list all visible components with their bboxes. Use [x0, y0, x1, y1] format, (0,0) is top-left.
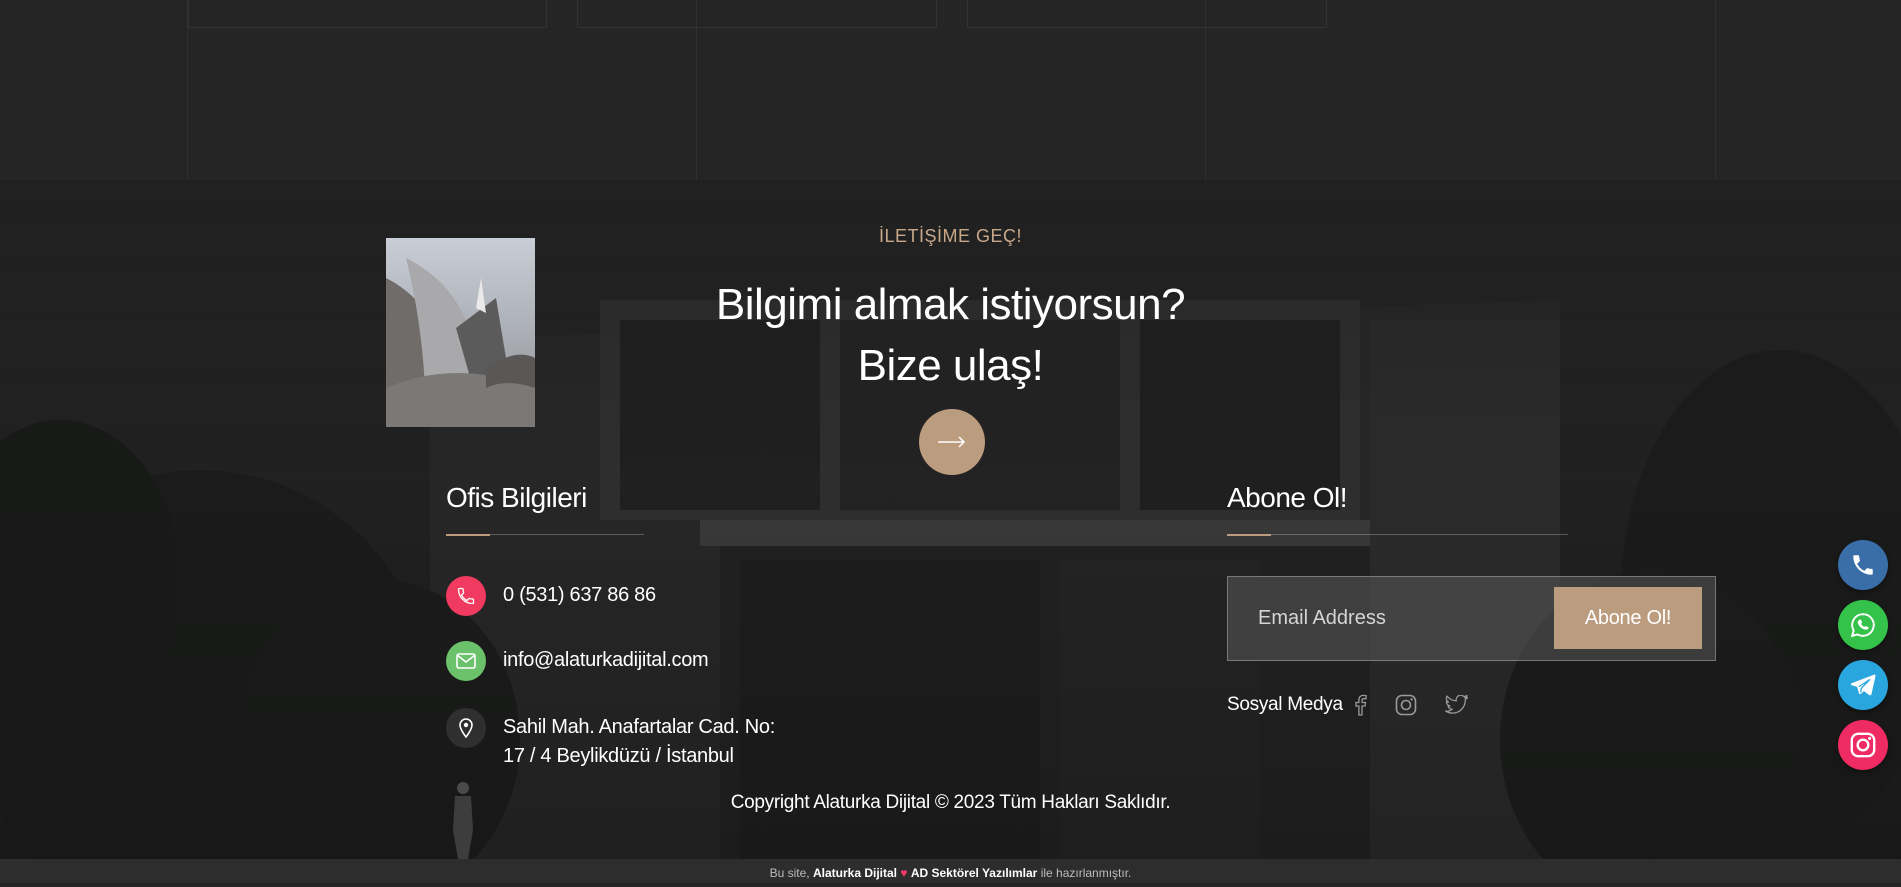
- address-line-2: 17 / 4 Beylikdüzü / İstanbul: [503, 745, 734, 767]
- person-silhouette: [453, 782, 473, 859]
- instagram-icon: [1850, 732, 1876, 758]
- floating-whatsapp-button[interactable]: [1838, 600, 1888, 650]
- credit-prefix: Bu site,: [769, 866, 810, 880]
- facebook-link[interactable]: [1347, 692, 1373, 718]
- floating-phone-button[interactable]: [1838, 540, 1888, 590]
- arrow-right-icon: [938, 436, 966, 448]
- email-icon-badge: [446, 641, 486, 681]
- floating-telegram-button[interactable]: [1838, 660, 1888, 710]
- card-bottom-edge: [188, 0, 547, 28]
- floating-instagram-button[interactable]: [1838, 720, 1888, 770]
- card-bottom-edge: [967, 0, 1327, 28]
- address-line-1: Sahil Mah. Anafartalar Cad. No:: [503, 716, 775, 738]
- section-headline: Bilgimi almak istiyorsun? Bize ulaş!: [0, 274, 1901, 396]
- subscribe-title: Abone Ol!: [1227, 482, 1348, 513]
- location-icon-badge: [446, 708, 486, 748]
- office-info-title: Ofis Bilgileri: [446, 482, 587, 513]
- office-email[interactable]: info@alaturkadijital.com: [503, 646, 709, 675]
- instagram-link[interactable]: [1393, 692, 1419, 718]
- telegram-icon: [1850, 674, 1876, 696]
- twitter-icon: [1445, 695, 1469, 714]
- top-section: [0, 0, 1901, 181]
- credit-bar: Bu site, Alaturka Dijital ♥ AD Sektörel …: [0, 859, 1901, 883]
- subscribe-title-rule: [1227, 534, 1568, 536]
- email-icon: [456, 653, 476, 669]
- subscribe-button[interactable]: Abone Ol!: [1554, 587, 1702, 649]
- heart-icon: ♥: [900, 866, 908, 880]
- grid-line: [1715, 0, 1716, 180]
- office-address: Sahil Mah. Anafartalar Cad. No: 17 / 4 B…: [503, 713, 775, 771]
- credit-product[interactable]: AD Sektörel Yazılımlar: [911, 866, 1038, 880]
- office-title-rule: [446, 534, 644, 536]
- contact-arrow-button[interactable]: [919, 409, 985, 475]
- contact-footer: İLETİŞİME GEÇ! Bilgimi almak istiyorsun?…: [0, 180, 1901, 859]
- section-eyebrow: İLETİŞİME GEÇ!: [878, 226, 1023, 246]
- twitter-link[interactable]: [1444, 692, 1470, 718]
- phone-icon: [1853, 555, 1873, 575]
- email-input[interactable]: [1228, 577, 1548, 660]
- phone-icon-badge: [446, 576, 486, 616]
- whatsapp-icon: [1850, 613, 1875, 638]
- location-icon: [459, 718, 473, 738]
- subscribe-form: Abone Ol!: [1227, 576, 1716, 661]
- instagram-icon: [1395, 694, 1417, 716]
- phone-icon: [457, 587, 475, 605]
- social-media-label: Sosyal Medya: [1227, 694, 1343, 715]
- headline-line-1: Bilgimi almak istiyorsun?: [715, 280, 1186, 329]
- credit-suffix: ile hazırlanmıştır.: [1040, 866, 1132, 880]
- copyright-text: Copyright Alaturka Dijital © 2023 Tüm Ha…: [730, 792, 1171, 813]
- card-bottom-edge: [577, 0, 937, 28]
- office-phone[interactable]: 0 (531) 637 86 86: [503, 581, 656, 610]
- credit-brand[interactable]: Alaturka Dijital: [813, 866, 897, 880]
- headline-line-2: Bize ulaş!: [857, 341, 1044, 390]
- facebook-icon: [1355, 694, 1367, 716]
